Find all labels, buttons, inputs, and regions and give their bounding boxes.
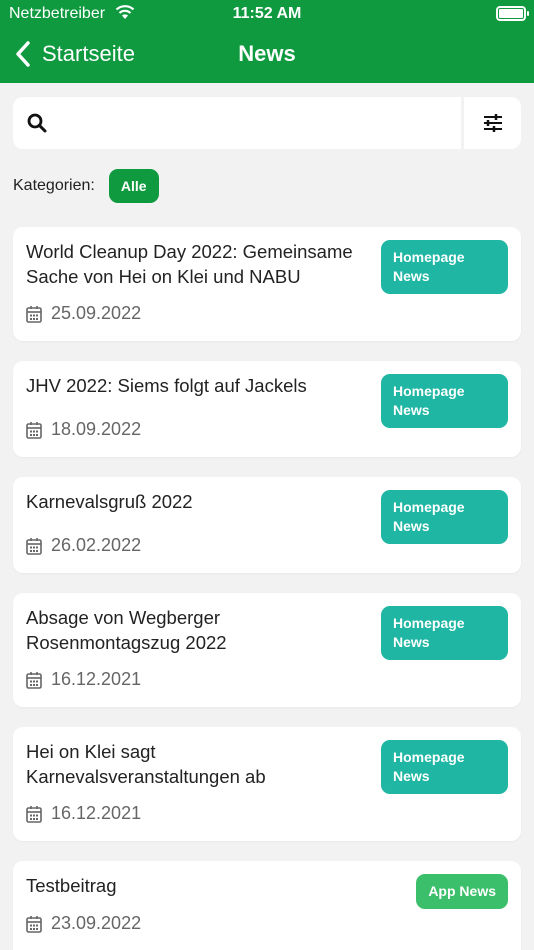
news-card[interactable]: World Cleanup Day 2022: Gemeinsame Sache… [13, 227, 521, 341]
category-badge: Homepage News [381, 240, 508, 294]
calendar-icon [26, 305, 42, 323]
news-date: 23.09.2022 [51, 913, 142, 933]
calendar-icon [26, 805, 42, 823]
news-date: 25.09.2022 [51, 303, 142, 323]
news-date: 16.12.2021 [51, 803, 142, 823]
news-date-row: 16.12.2021 [26, 669, 141, 690]
calendar-icon [26, 915, 42, 933]
news-date-row: 18.09.2022 [26, 419, 141, 440]
category-filter: Kategorien: Alle [13, 168, 159, 204]
news-title: Hei on Klei sagt Karnevalsveranstaltunge… [26, 741, 266, 787]
app-header: Netzbetreiber 11:52 AM Startseite News [0, 0, 534, 83]
news-date-row: 23.09.2022 [26, 913, 141, 934]
calendar-icon [26, 671, 42, 689]
news-card[interactable]: Karnevalsgruß 2022 Homepage News 26.02.2… [13, 477, 521, 573]
page-title: News [238, 41, 296, 66]
category-chip-all[interactable]: Alle [108, 169, 159, 203]
status-bar: Netzbetreiber 11:52 AM [0, 0, 534, 28]
news-date: 18.09.2022 [51, 419, 142, 439]
category-badge: Homepage News [381, 374, 508, 428]
news-title: JHV 2022: Siems folgt auf Jackels [26, 375, 307, 396]
news-card[interactable]: Testbeitrag App News 23.09.2022 [13, 861, 521, 950]
news-card[interactable]: Hei on Klei sagt Karnevalsveranstaltunge… [13, 727, 521, 841]
news-date-row: 25.09.2022 [26, 303, 141, 324]
filter-settings-button[interactable] [461, 97, 521, 149]
search-bar [13, 97, 521, 149]
calendar-icon [26, 421, 42, 439]
news-date-row: 16.12.2021 [26, 803, 141, 824]
clock: 11:52 AM [232, 5, 302, 22]
search-field[interactable] [13, 97, 461, 149]
news-title: Testbeitrag [26, 875, 117, 896]
news-date: 16.12.2021 [51, 669, 142, 689]
news-title: World Cleanup Day 2022: Gemeinsame Sache… [26, 241, 353, 287]
category-badge: Homepage News [381, 490, 508, 544]
news-date: 26.02.2022 [51, 535, 142, 555]
news-card[interactable]: Absage von Wegberger Rosenmontagszug 202… [13, 593, 521, 707]
news-card[interactable]: JHV 2022: Siems folgt auf Jackels Homepa… [13, 361, 521, 457]
calendar-icon [26, 537, 42, 555]
category-label: Kategorien: [13, 177, 95, 194]
category-badge: App News [416, 874, 508, 909]
category-badge: Homepage News [381, 740, 508, 794]
news-title: Karnevalsgruß 2022 [26, 491, 193, 512]
news-date-row: 26.02.2022 [26, 535, 141, 556]
news-title: Absage von Wegberger Rosenmontagszug 202… [26, 607, 227, 653]
search-input[interactable] [57, 103, 461, 143]
search-icon [27, 113, 47, 133]
battery-icon [496, 6, 529, 21]
sliders-icon [483, 114, 502, 132]
category-badge: Homepage News [381, 606, 508, 660]
